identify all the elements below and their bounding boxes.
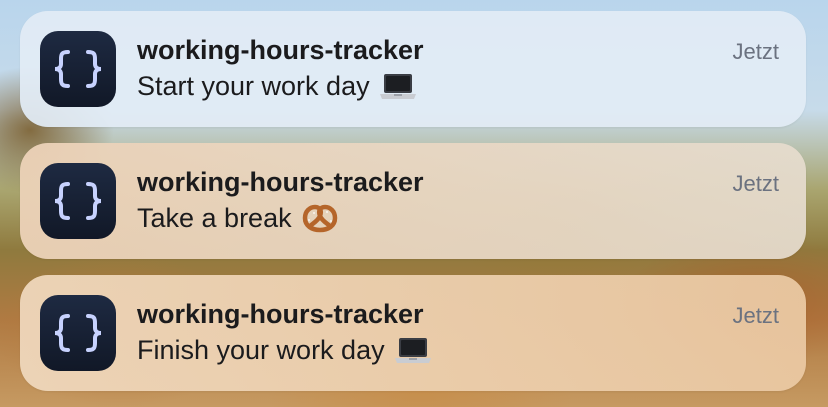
app-icon [40, 31, 116, 107]
notification-message-row: Finish your work day [137, 335, 433, 366]
app-icon [40, 163, 116, 239]
pretzel-icon [300, 204, 340, 234]
laptop-icon [393, 336, 433, 366]
curly-braces-icon [54, 314, 102, 352]
app-icon [40, 295, 116, 371]
curly-braces-icon [54, 50, 102, 88]
curly-braces-icon [54, 182, 102, 220]
notification-card[interactable]: working-hours-tracker Finish your work d… [20, 275, 806, 391]
notification-time: Jetzt [732, 171, 779, 196]
laptop-icon [378, 72, 418, 102]
notification-card[interactable]: working-hours-tracker Take a break Jetzt [20, 143, 806, 259]
notification-app-name: working-hours-tracker [137, 35, 424, 65]
notification-app-name: working-hours-tracker [137, 167, 424, 197]
notification-app-name: working-hours-tracker [137, 299, 424, 329]
notification-card[interactable]: working-hours-tracker Start your work da… [20, 11, 806, 127]
notification-time: Jetzt [732, 303, 779, 328]
notification-message: Start your work day [137, 71, 370, 101]
notification-message-row: Take a break [137, 203, 340, 234]
notification-time: Jetzt [732, 39, 779, 64]
notification-message: Take a break [137, 203, 292, 233]
notification-message-row: Start your work day [137, 71, 418, 102]
notification-message: Finish your work day [137, 335, 385, 365]
